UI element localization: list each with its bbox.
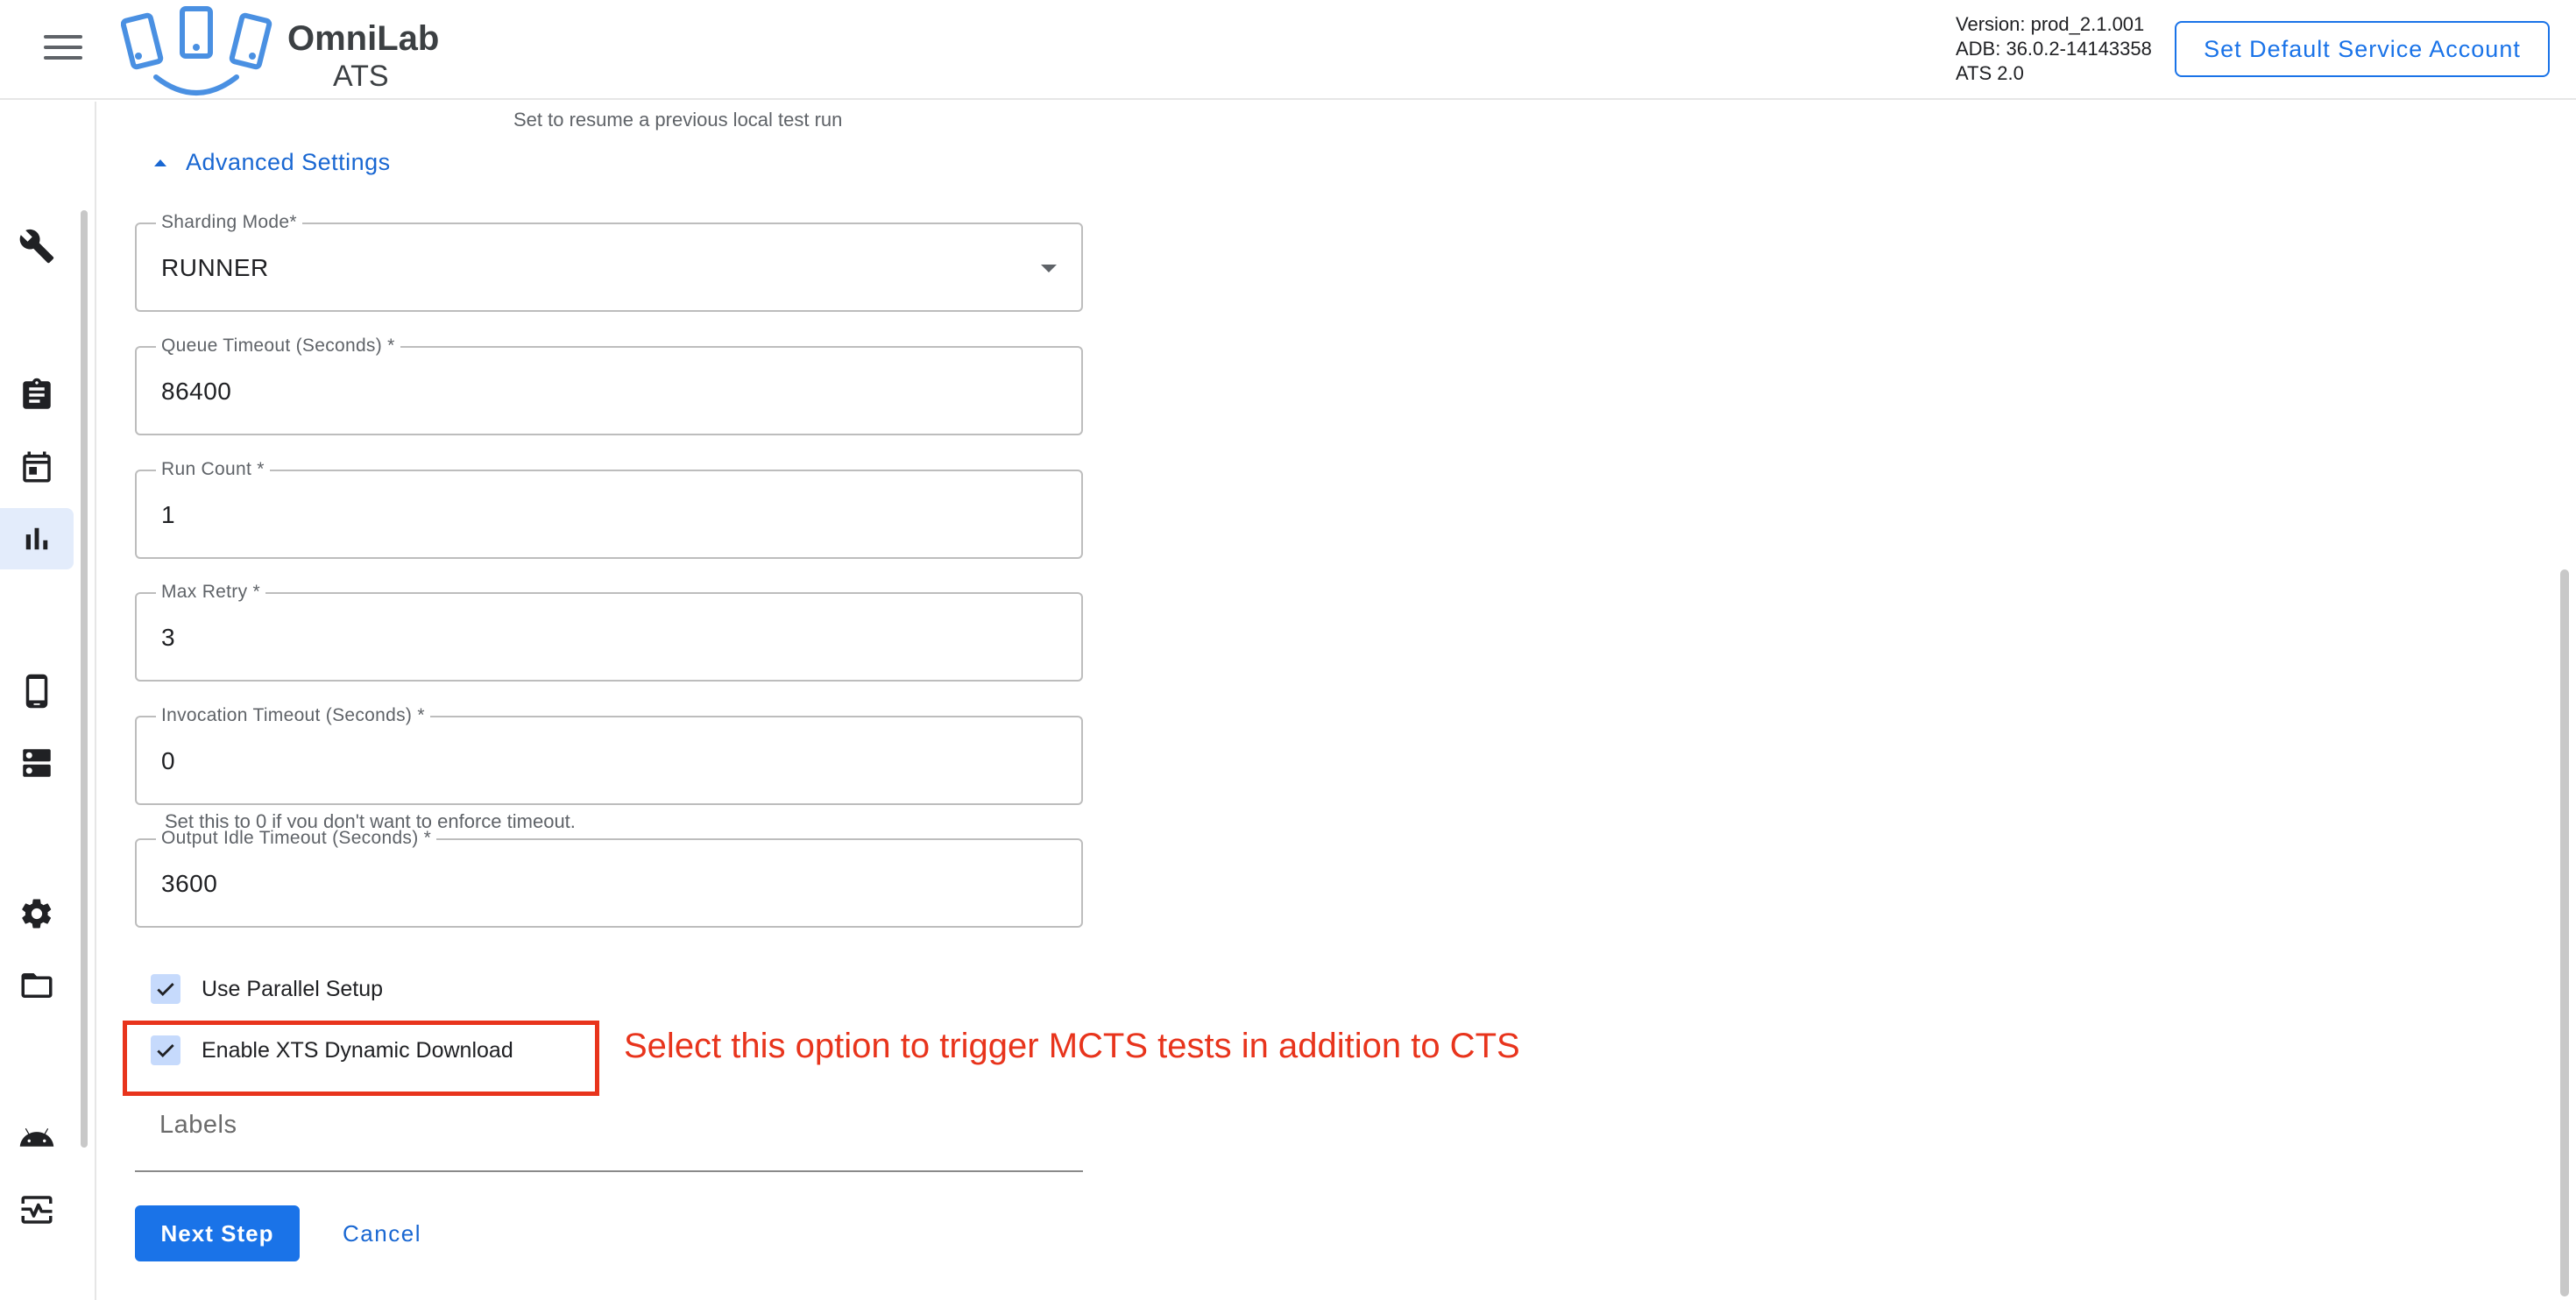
advanced-settings-label: Advanced Settings (186, 149, 391, 175)
field-label: Run Count * (156, 459, 270, 480)
use-parallel-setup-checkbox[interactable]: Use Parallel Setup (151, 974, 383, 1004)
field-value: 3600 (161, 870, 218, 897)
labels-placeholder: Labels (159, 1111, 237, 1139)
set-default-service-account-button[interactable]: Set Default Service Account (2175, 21, 2550, 77)
resume-run-hint: Set to resume a previous local test run (513, 109, 843, 131)
field-label: Invocation Timeout (Seconds) * (156, 705, 430, 726)
sharding-mode-select[interactable]: Sharding Mode* RUNNER (135, 212, 1083, 312)
top-app-bar: OmniLab ATS Version: prod_2.1.001 ADB: 3… (0, 0, 2576, 100)
labels-input[interactable]: Labels (135, 1100, 1083, 1172)
server-icon (23, 749, 51, 777)
run-count-input[interactable]: Run Count * 1 (135, 459, 1083, 559)
field-label: Sharding Mode* (156, 212, 302, 233)
brand-subtitle: ATS (333, 60, 389, 93)
nav-item-android[interactable] (0, 1107, 74, 1169)
invocation-timeout-input[interactable]: Invocation Timeout (Seconds) * 0 (135, 705, 1083, 805)
output-idle-timeout-input[interactable]: Output Idle Timeout (Seconds) * 3600 (135, 828, 1083, 928)
annotation-callout: Select this option to trigger MCTS tests… (624, 1027, 1520, 1065)
menu-icon[interactable] (44, 35, 82, 65)
monitor-heart-icon (21, 1196, 53, 1224)
version-line: Version: prod_2.1.001 (1956, 13, 2145, 35)
field-value: 1 (161, 501, 176, 528)
side-nav (0, 102, 96, 1300)
dropdown-arrow-icon (1041, 265, 1057, 272)
phone-icon (25, 674, 48, 709)
nav-item-results[interactable] (0, 508, 74, 569)
field-label: Max Retry * (156, 582, 265, 603)
nav-item-devices[interactable] (0, 661, 74, 722)
ats-version-line: ATS 2.0 (1956, 62, 2024, 84)
field-value: RUNNER (161, 254, 269, 281)
nav-item-schedule[interactable] (0, 436, 74, 498)
nav-scrollbar[interactable] (81, 210, 88, 1148)
cancel-button[interactable]: Cancel (328, 1205, 436, 1261)
omnilab-logo (121, 6, 272, 95)
nav-item-hosts[interactable] (0, 732, 74, 794)
queue-timeout-input[interactable]: Queue Timeout (Seconds) * 86400 (135, 336, 1083, 435)
gear-icon (22, 899, 52, 929)
field-value: 3 (161, 624, 176, 651)
nav-item-settings[interactable] (0, 883, 74, 944)
field-value: 0 (161, 747, 176, 774)
nav-item-tools[interactable] (0, 215, 74, 277)
field-label: Output Idle Timeout (Seconds) * (156, 828, 437, 849)
wrench-icon (19, 229, 54, 264)
calendar-icon (23, 451, 51, 483)
nav-item-files[interactable] (0, 955, 74, 1016)
nav-item-test-plans[interactable] (0, 364, 74, 426)
bar-chart-icon (25, 527, 48, 550)
caret-up-icon (154, 159, 166, 166)
brand-title: OmniLab (287, 19, 440, 58)
adb-version-line: ADB: 36.0.2-14143358 (1956, 38, 2152, 60)
field-value: 86400 (161, 378, 232, 405)
version-info: Version: prod_2.1.001 ADB: 36.0.2-141433… (1956, 12, 2152, 86)
max-retry-input[interactable]: Max Retry * 3 (135, 582, 1083, 682)
android-icon (19, 1128, 54, 1147)
folder-icon (21, 973, 53, 998)
next-step-button[interactable]: Next Step (135, 1205, 300, 1261)
clipboard-icon (23, 378, 51, 409)
annotation-highlight-box (123, 1021, 599, 1096)
page-scrollbar[interactable] (2560, 569, 2569, 1296)
nav-item-monitor[interactable] (0, 1179, 74, 1240)
checkbox-checked-icon (151, 974, 180, 1004)
advanced-settings-toggle[interactable]: Advanced Settings (154, 149, 391, 176)
field-label: Queue Timeout (Seconds) * (156, 336, 400, 357)
checkbox-label: Use Parallel Setup (202, 976, 384, 1001)
